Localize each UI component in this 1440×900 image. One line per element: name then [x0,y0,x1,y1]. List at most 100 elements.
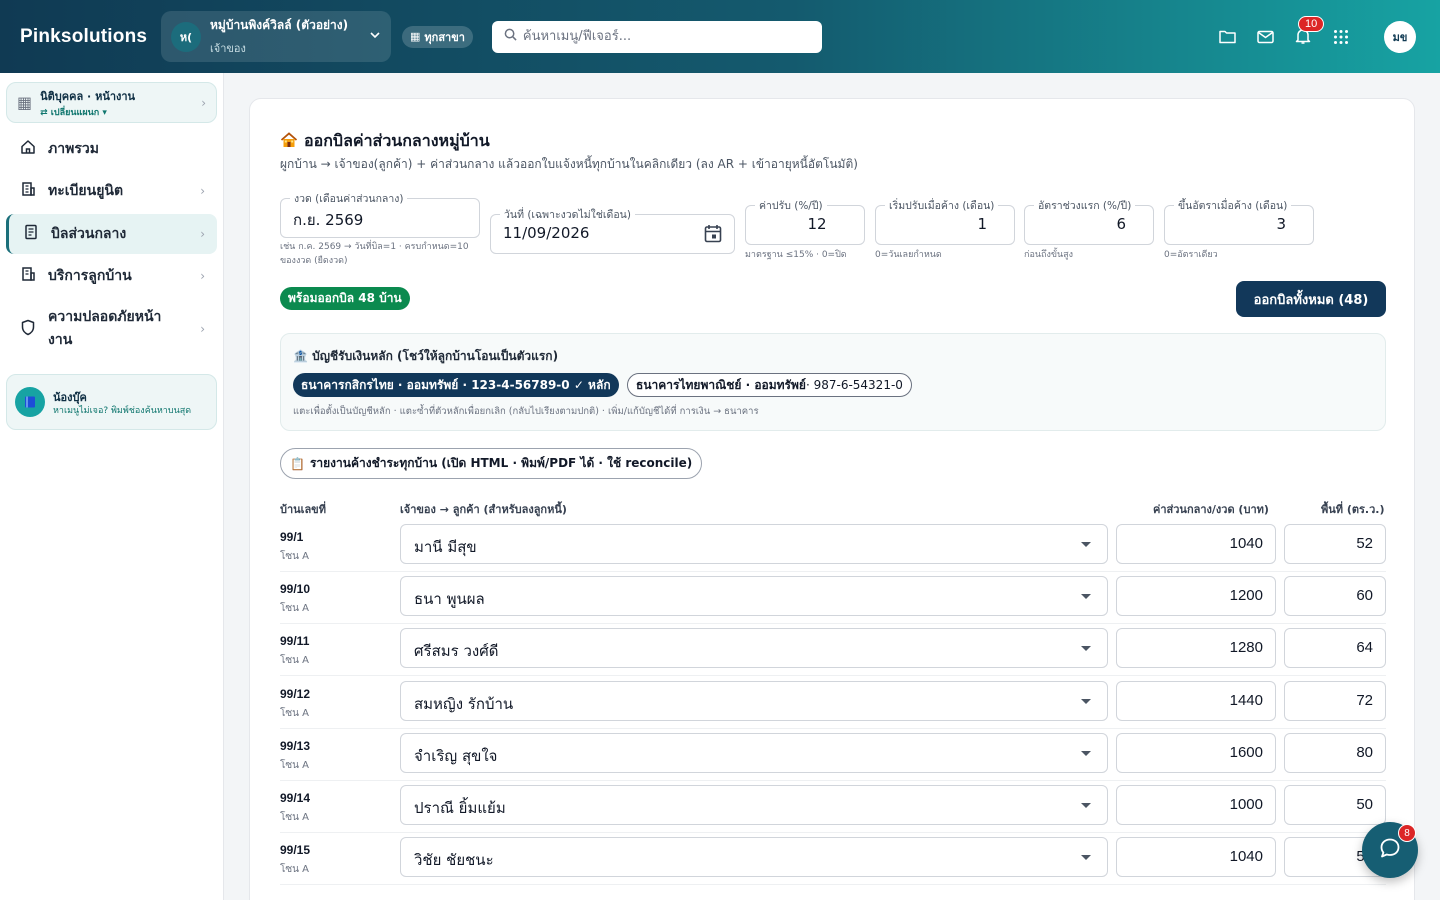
fee-value: 1040 [1229,535,1263,552]
step-up-label: ขึ้นอัตราเมื่อค้าง (เดือน) [1174,197,1292,214]
area-input[interactable]: 50 [1284,785,1386,825]
house-number: 99/14 [280,791,311,805]
penalty-rate-field: ค่าปรับ (%/ปี) 12 มาตรฐาน ≤15% · 0=ปิด [745,197,865,265]
building-icon: ▦ [410,30,421,43]
page-title-text: ออกบิลค่าส่วนกลางหมู่บ้าน [304,131,490,150]
calendar-icon[interactable] [704,224,722,247]
search-input[interactable] [522,29,803,44]
brand-logo[interactable]: Pinksolutions [20,26,160,48]
period-label: งวด (เดือนค่าส่วนกลาง) [290,190,408,207]
org-role: เจ้าของ [210,42,246,55]
fee-input[interactable]: 1040 [1116,524,1276,564]
fee-value: 1200 [1229,587,1263,605]
sidebar-item-label: ทะเบียนยูนิต [48,182,124,199]
folder-icon[interactable] [1218,28,1236,46]
owner-name: สมหญิง รักบ้าน [414,694,514,713]
fee-input[interactable]: 1280 [1116,628,1276,669]
bank-accounts-panel: 🏦 บัญชีรับเงินหลัก (โชว์ให้ลูกบ้านโอนเป็… [280,333,1386,431]
dropdown-caret-icon [1081,542,1091,547]
table-row: 99/11 โซน A ศรีสมร วงศ์ดี 1280 64 [280,624,1386,677]
org-name: หมู่บ้านพิงค์วิลล์ (ตัวอย่าง) [210,18,349,32]
house-zone: โซน A [280,759,310,771]
issue-all-bills-button[interactable]: ออกบิลทั้งหมด (48) [1236,281,1386,317]
owner-select[interactable]: ศรีสมร วงศ์ดี [400,628,1108,669]
dropdown-caret-icon [1081,698,1091,704]
sidebar: ▦ นิติบุคคล · หน้างาน ⇄ เปลี่ยนแผนก ▾ › … [0,73,224,900]
period-hint: เช่น ก.ค. 2569 → วันที่บิล=1 · ครบกำหนด=… [280,242,469,252]
period-hint-2: ของงวด (ยืดงวด) [280,256,348,266]
chat-bubble-icon [1378,836,1402,864]
primary-bank-chip[interactable]: ธนาคารกสิกรไทย · ออมทรัพย์ · 123-4-56789… [293,373,619,397]
house-zone: โซน A [280,655,310,667]
table-row: 99/12 โซน A สมหญิง รักบ้าน 1440 72 [280,677,1386,729]
penalty-rate-label: ค่าปรับ (%/ปี) [755,197,827,214]
mail-icon[interactable] [1256,28,1274,46]
bank-panel-title: 🏦 บัญชีรับเงินหลัก (โชว์ให้ลูกบ้านโอนเป็… [293,347,558,366]
area-input[interactable]: 64 [1284,628,1386,669]
owner-select[interactable]: ปราณี ยิ้มแย้ม [400,785,1108,825]
dropdown-caret-icon [1081,855,1091,861]
shield-icon [20,319,40,340]
bank-panel-note: แตะเพื่อตั้งเป็นบัญชีหลัก · แตะซ้ำที่ตัว… [293,406,759,417]
sidebar-item-overview[interactable]: ภาพรวม [6,135,217,163]
sidebar-item-common-bills[interactable]: บิลส่วนกลาง › [6,214,217,254]
assistant-name: น้องบุ๊ค [53,390,87,404]
owner-name: ปราณี ยิ้มแย้ม [414,799,506,817]
outstanding-report-label: รายงานค้างชำระทุกบ้าน (เปิด HTML · พิมพ์… [309,456,693,470]
owner-name: ธนา พูนผล [414,590,485,609]
clipboard-icon: 📋 [290,456,305,471]
dropdown-caret-icon [1081,750,1091,756]
sidebar-item-unit-registry[interactable]: ทะเบียนยูนิต › [6,177,217,205]
owner-select[interactable]: จำเริญ สุขใจ [400,732,1108,773]
house-number: 99/12 [280,686,311,701]
search-bar[interactable] [491,20,822,53]
area-input[interactable]: 72 [1284,680,1386,721]
sidebar-item-site-security[interactable]: ความปลอดภัยหน้างาน › [6,304,217,354]
billing-panel: ออกบิลค่าส่วนกลางหมู่บ้าน ผูกบ้าน → เจ้า… [249,98,1415,900]
first-rate-value: 6 [1116,215,1126,233]
owner-name: จำเริญ สุขใจ [414,746,498,765]
owner-select[interactable]: วิชัย ชัยชนะ [400,837,1108,878]
penalty-rate-value: 12 [807,215,827,233]
book-icon [15,387,45,417]
secondary-bank-chip[interactable]: ธนาคารไทยพาณิชย์ · ออมทรัพย์ · 987-6-543… [627,373,912,397]
chevron-right-icon: › [200,269,205,283]
sidebar-item-resident-services[interactable]: บริการลูกบ้าน › [6,262,217,290]
outstanding-report-button[interactable]: 📋 รายงานค้างชำระทุกบ้าน (เปิด HTML · พิม… [280,448,703,479]
house-zone: โซน A [280,551,310,562]
receipt-icon [23,224,43,244]
area-value: 52 [1356,535,1373,552]
area-input[interactable]: 52 [1284,524,1386,564]
fee-input[interactable]: 1000 [1116,785,1276,825]
org-switcher[interactable]: ห( หมู่บ้านพิงค์วิลล์ (ตัวอย่าง) เจ้าของ [161,11,391,62]
owner-select[interactable]: สมหญิง รักบ้าน [400,680,1108,721]
dropdown-caret-icon [1081,594,1091,600]
area-value: 60 [1356,587,1373,605]
home-icon [20,139,40,159]
dropdown-caret-icon [1081,646,1091,652]
fee-input[interactable]: 1600 [1116,732,1276,773]
apps-grid-icon[interactable] [1332,28,1350,46]
area-input[interactable]: 60 [1284,576,1386,617]
branch-selector[interactable]: ▦ ทุกสาขา [402,25,473,48]
column-header-fee: ค่าส่วนกลาง/งวด (บาท) [1153,503,1269,516]
fee-input[interactable]: 1440 [1116,680,1276,721]
area-input[interactable]: 80 [1284,732,1386,773]
house-zone: โซน A [280,864,310,876]
fee-input[interactable]: 1040 [1116,837,1276,878]
owner-select[interactable]: มานี มีสุข [400,524,1108,564]
ready-status-badge: พร้อมออกบิล 48 บ้าน [280,287,410,310]
page-title: ออกบิลค่าส่วนกลางหมู่บ้าน [280,129,490,154]
assistant-card[interactable]: น้องบุ๊ค หาเมนูไม่เจอ? พิมพ์ช่องค้นหาบนส… [6,374,217,430]
first-rate-field: อัตราช่วงแรก (%/ปี) 6 ก่อนถึงขั้นสูง [1024,197,1154,265]
owner-select[interactable]: ธนา พูนผล [400,576,1108,617]
first-rate-label: อัตราช่วงแรก (%/ปี) [1034,197,1136,214]
area-value: 80 [1356,743,1373,761]
change-department-link[interactable]: ⇄ เปลี่ยนแผนก ▾ [40,105,201,119]
bell-icon[interactable]: 10 [1294,15,1325,46]
user-avatar[interactable]: มข [1384,20,1416,53]
department-switcher[interactable]: ▦ นิติบุคคล · หน้างาน ⇄ เปลี่ยนแผนก ▾ › [6,82,217,123]
dropdown-caret-icon [1081,803,1091,808]
fee-input[interactable]: 1200 [1116,576,1276,617]
chevron-right-icon: › [200,227,205,241]
